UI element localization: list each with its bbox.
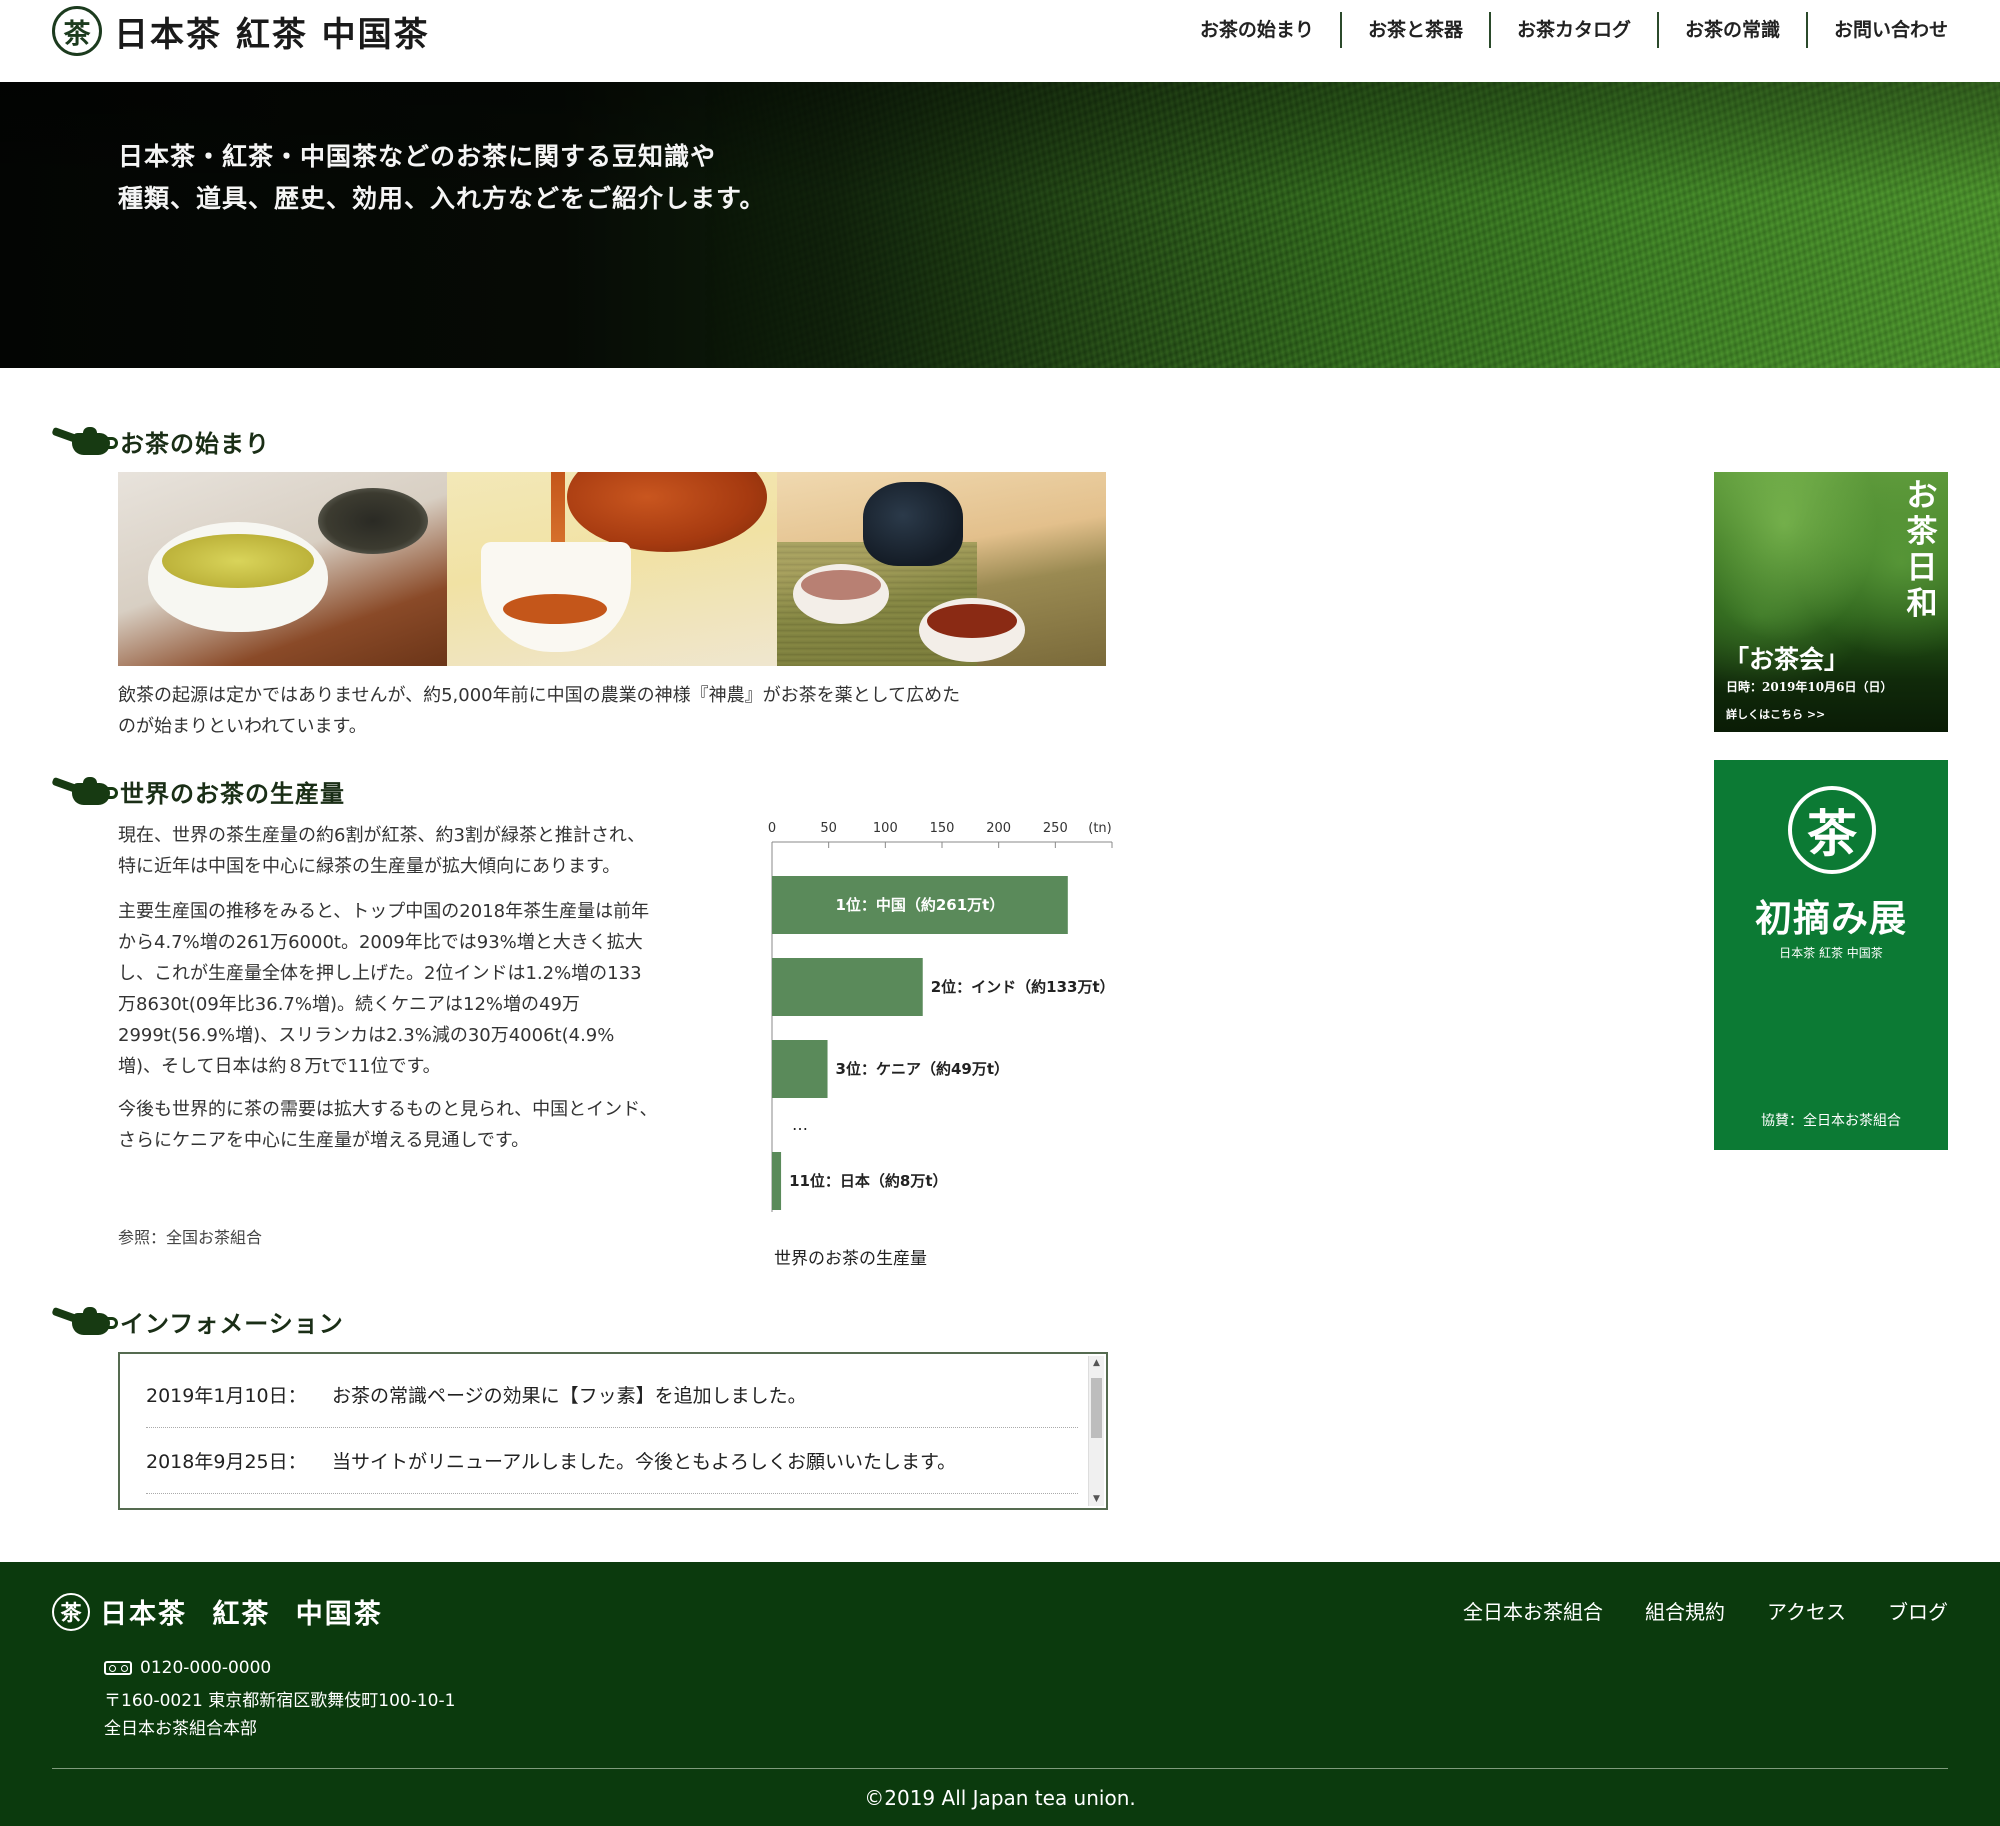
production-bar-chart: 0 50 100 150 200 250 (tn) 1位：中国（約261万t） 2位：インド（約… <box>768 821 1115 1269</box>
production-para-1: 現在、世界の茶生産量の約6割が紅茶、約3割が緑茶と推計され、 特に近年は中国を中… <box>118 825 646 877</box>
footer-logo-text: 日本茶 紅茶 中国茶 <box>100 1599 383 1630</box>
site-footer: 茶 日本茶 紅茶 中国茶 全日本お茶組合 組合規約 アクセス ブログ 0120-… <box>0 1562 2000 1826</box>
x-tick-label: 0 <box>768 821 776 836</box>
chart-ellipsis: … <box>792 1115 808 1134</box>
ochabiyori-banner[interactable]: お茶日和 「お茶会」 日時：2019年10月6日（日） 詳しくはこちら >> <box>1714 472 1948 732</box>
black-tea-photo <box>447 472 777 666</box>
nav-tea-ware[interactable]: お茶と茶器 <box>1339 12 1489 48</box>
teapot-icon <box>51 426 118 457</box>
nav-catalog[interactable]: お茶カタログ <box>1488 12 1657 48</box>
copyright: ©2019 All Japan tea union. <box>864 1786 1136 1810</box>
site-header: 茶 日本茶 紅茶 中国茶 お茶の始まり お茶と茶器 お茶カタログ お茶の常識 お… <box>0 0 2000 82</box>
reference-note: 参照：全国お茶組合 <box>118 1228 263 1247</box>
info-heading: インフォメーション <box>51 1304 344 1339</box>
footer-tel: 0120-000-0000 <box>104 1658 271 1678</box>
info-scrollbar[interactable]: ▲ ▼ <box>1088 1356 1104 1506</box>
hero-banner: 日本茶・紅茶・中国茶などのお茶に関する豆知識や 種類、道具、歴史、効用、入れ方な… <box>0 82 2000 368</box>
bar-label: 2位：インド（約133万t） <box>931 978 1115 996</box>
x-tick-label: 200 <box>986 821 1011 836</box>
logo-text: 日本茶 紅茶 中国茶 <box>114 14 430 55</box>
bar <box>772 1152 782 1210</box>
chinese-tea-photo <box>776 472 1106 666</box>
teapot-icon <box>51 1306 118 1337</box>
free-dial-icon <box>104 1661 132 1675</box>
tea-photo-strip <box>118 472 1106 666</box>
footer-logo[interactable]: 茶 日本茶 紅茶 中国茶 <box>52 1592 383 1631</box>
tea-logo-icon: 茶 <box>52 6 102 56</box>
hero-line-1: 日本茶・紅茶・中国茶などのお茶に関する豆知識や <box>118 142 717 171</box>
footer-nav: 全日本お茶組合 組合規約 アクセス ブログ <box>1421 1596 1948 1625</box>
tea-logo-icon: 茶 <box>1788 786 1876 874</box>
production-para-2: 主要生産国の推移をみると、トップ中国の2018年茶生産量は前年 から4.7%増の… <box>118 901 650 1077</box>
info-date: 2018年9月25日： <box>146 1451 307 1473</box>
footer-org: 全日本お茶組合本部 <box>104 1719 257 1739</box>
info-item[interactable]: 2019年1月10日： お茶の常識ページの効果に【フッ素】を追加しました。 <box>146 1362 1078 1428</box>
footer-address: 〒160-0021 東京都新宿区歌舞伎町100-10-1 <box>104 1691 456 1711</box>
nav-knowledge[interactable]: お茶の常識 <box>1656 12 1806 48</box>
footer-nav-rules[interactable]: 組合規約 <box>1645 1596 1725 1625</box>
nav-origin[interactable]: お茶の始まり <box>1174 12 1340 48</box>
info-text: お茶の常識ページの効果に【フッ素】を追加しました。 <box>332 1385 807 1407</box>
banner-date: 日時：2019年10月6日（日） <box>1726 680 1893 694</box>
banner-vertical-title: お茶日和 <box>1906 478 1938 622</box>
nav-contact[interactable]: お問い合わせ <box>1805 12 1948 48</box>
footer-nav-union[interactable]: 全日本お茶組合 <box>1463 1596 1603 1625</box>
x-tick-label: 150 <box>930 821 955 836</box>
scroll-thumb[interactable] <box>1091 1378 1102 1438</box>
banner2-sponsor: 協賛：全日本お茶組合 <box>1761 1113 1901 1129</box>
footer-tel-number: 0120-000-0000 <box>140 1658 272 1678</box>
info-item[interactable]: 2018年9月25日： 当サイトがリニューアルしました。今後ともよろしくお願いい… <box>146 1428 1078 1494</box>
production-title: 世界のお茶の生産量 <box>120 780 345 808</box>
chart-caption: 世界のお茶の生産量 <box>774 1249 927 1269</box>
bar-label: 3位：ケニア（約49万t） <box>836 1060 1009 1078</box>
production-heading: 世界のお茶の生産量 <box>51 774 345 809</box>
global-nav: お茶の始まり お茶と茶器 お茶カタログ お茶の常識 お問い合わせ <box>1174 12 1948 48</box>
banner-more-link[interactable]: 詳しくはこちら >> <box>1726 706 1825 722</box>
info-list[interactable]: 2019年1月10日： お茶の常識ページの効果に【フッ素】を追加しました。 20… <box>118 1352 1108 1510</box>
info-text: 当サイトがリニューアルしました。今後ともよろしくお願いいたします。 <box>332 1451 957 1473</box>
footer-nav-access[interactable]: アクセス <box>1767 1596 1846 1625</box>
bar-label: 1位：中国（約261万t） <box>835 896 1004 914</box>
production-para-3: 今後も世界的に茶の需要は拡大するものと見られ、中国とインド、 さらにケニアを中心… <box>118 1099 658 1151</box>
bar <box>772 1040 828 1098</box>
info-title: インフォメーション <box>120 1310 344 1338</box>
info-date: 2019年1月10日： <box>146 1385 307 1407</box>
banner-event: 「お茶会」 <box>1724 645 1850 674</box>
scroll-down-icon[interactable]: ▼ <box>1093 1494 1100 1504</box>
origin-heading: お茶の始まり <box>51 424 270 459</box>
bar-label: 11位：日本（約8万t） <box>789 1172 947 1190</box>
footer-divider <box>52 1768 1948 1769</box>
x-unit-label: (tn) <box>1088 821 1111 836</box>
x-tick-label: 50 <box>820 821 837 836</box>
scroll-up-icon[interactable]: ▲ <box>1093 1358 1100 1368</box>
green-tea-photo <box>118 472 448 666</box>
x-tick-label: 250 <box>1043 821 1068 836</box>
hero-copy: 日本茶・紅茶・中国茶などのお茶に関する豆知識や 種類、道具、歴史、効用、入れ方な… <box>118 136 766 220</box>
banner2-title: 初摘み展 <box>1755 896 1907 940</box>
origin-title: お茶の始まり <box>120 430 270 458</box>
origin-text: 飲茶の起源は定かではありませんが、約5,000年前に中国の農業の神様『神農』がお… <box>118 685 961 737</box>
hero-line-2: 種類、道具、歴史、効用、入れ方などをご紹介します。 <box>118 184 766 213</box>
x-tick-label: 100 <box>873 821 898 836</box>
hatsutsumi-banner[interactable]: 茶 初摘み展 日本茶 紅茶 中国茶 協賛：全日本お茶組合 <box>1714 760 1948 1150</box>
site-logo[interactable]: 茶 日本茶 紅茶 中国茶 <box>52 6 430 56</box>
tea-logo-icon: 茶 <box>52 1592 90 1631</box>
teapot-icon <box>51 776 118 807</box>
footer-nav-blog[interactable]: ブログ <box>1888 1596 1948 1625</box>
bar <box>772 958 923 1016</box>
banner2-subtitle: 日本茶 紅茶 中国茶 <box>1779 946 1883 960</box>
